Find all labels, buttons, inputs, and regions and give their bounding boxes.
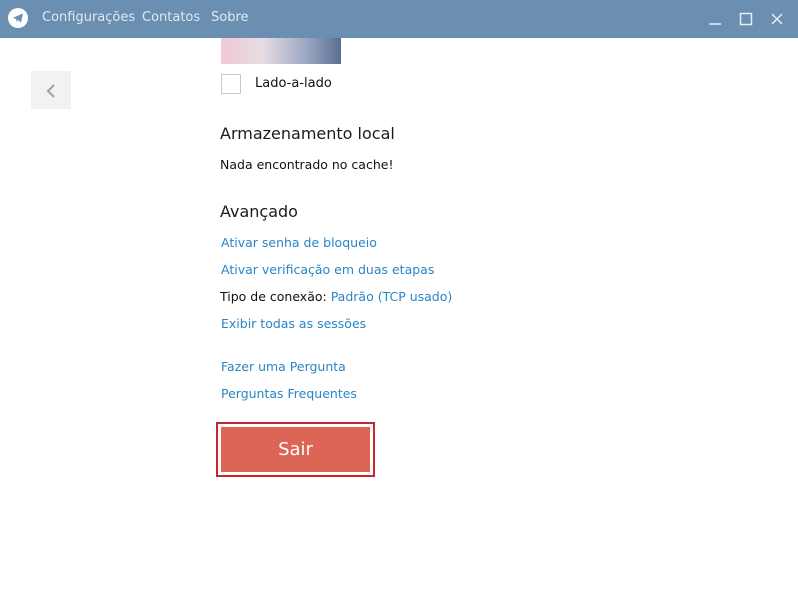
show-all-sessions-link[interactable]: Exibir todas as sessões xyxy=(221,316,366,331)
enable-two-step-verification-link[interactable]: Ativar verificação em duas etapas xyxy=(221,262,434,277)
local-storage-title: Armazenamento local xyxy=(220,124,395,143)
ask-question-link[interactable]: Fazer uma Pergunta xyxy=(221,359,346,374)
connection-type-row: Tipo de conexão: Padrão (TCP usado) xyxy=(220,289,452,304)
logout-button[interactable]: Sair xyxy=(221,427,370,472)
maximize-icon[interactable] xyxy=(733,6,759,32)
close-icon[interactable] xyxy=(764,6,790,32)
side-by-side-label[interactable]: Lado-a-lado xyxy=(255,76,332,91)
menu-contatos[interactable]: Contatos xyxy=(142,10,200,25)
chat-background-preview[interactable] xyxy=(221,38,341,64)
advanced-title: Avançado xyxy=(220,202,298,221)
connection-type-link[interactable]: Padrão (TCP usado) xyxy=(331,289,453,304)
faq-link[interactable]: Perguntas Frequentes xyxy=(221,386,357,401)
telegram-logo-icon[interactable] xyxy=(8,8,28,28)
menu-configuracoes[interactable]: Configurações xyxy=(42,10,135,25)
minimize-icon[interactable] xyxy=(702,6,728,32)
side-by-side-checkbox[interactable] xyxy=(221,74,241,94)
connection-type-label: Tipo de conexão: xyxy=(220,289,327,304)
cache-status-text: Nada encontrado no cache! xyxy=(220,157,394,172)
chevron-left-icon xyxy=(46,84,55,98)
enable-lock-password-link[interactable]: Ativar senha de bloqueio xyxy=(221,235,377,250)
title-bar: Configurações Contatos Sobre xyxy=(0,0,798,38)
back-button[interactable] xyxy=(31,71,71,109)
menu-sobre[interactable]: Sobre xyxy=(211,10,249,25)
